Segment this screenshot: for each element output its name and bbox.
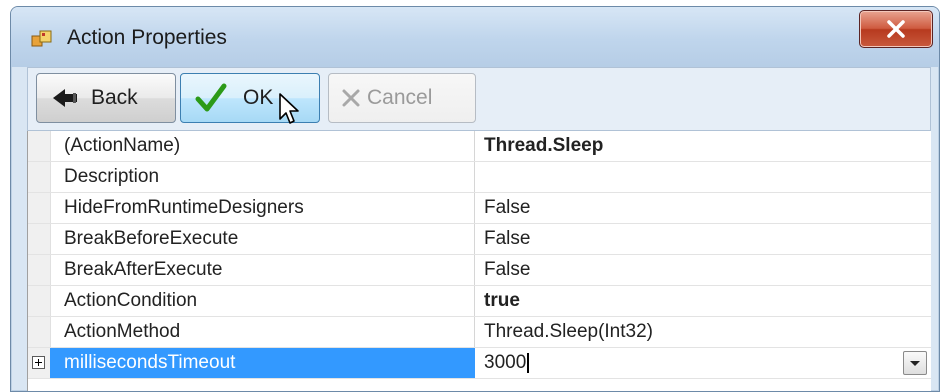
close-button[interactable] (859, 10, 933, 48)
property-grid: (ActionName) Thread.Sleep Description Hi… (27, 131, 931, 391)
back-arrow-icon (53, 89, 77, 107)
expand-plus-icon[interactable] (32, 356, 45, 369)
property-row[interactable]: ActionCondition true (28, 286, 931, 317)
property-value[interactable] (476, 162, 931, 192)
app-icon (31, 30, 52, 47)
dropdown-arrow-button[interactable] (903, 351, 927, 375)
window-title: Action Properties (67, 26, 227, 49)
title-bar[interactable]: Action Properties (11, 7, 939, 67)
property-row[interactable]: BreakAfterExecute False (28, 255, 931, 286)
property-name: ActionMethod (50, 317, 475, 347)
property-value[interactable]: False (476, 193, 931, 223)
property-name: millisecondsTimeout (50, 348, 475, 378)
cancel-button-label: Cancel (367, 86, 433, 109)
back-button-label: Back (91, 86, 138, 109)
property-value[interactable]: true (476, 286, 931, 316)
property-value[interactable]: False (476, 224, 931, 254)
property-name: (ActionName) (50, 131, 475, 161)
property-value-text[interactable]: 3000 (484, 352, 526, 373)
property-value-editor[interactable]: 3000 (476, 348, 931, 378)
property-row-selected[interactable]: millisecondsTimeout 3000 (28, 348, 931, 379)
action-properties-dialog: Action Properties Back OK Cancel (Action… (10, 6, 940, 392)
close-icon (887, 20, 905, 38)
toolbar: Back OK Cancel (27, 67, 931, 131)
mouse-pointer-icon (279, 93, 299, 124)
property-value[interactable]: Thread.Sleep (476, 131, 931, 161)
property-value[interactable]: Thread.Sleep(Int32) (476, 317, 931, 347)
text-caret (527, 352, 530, 373)
property-row[interactable]: (ActionName) Thread.Sleep (28, 131, 931, 162)
cancel-button[interactable]: Cancel (328, 73, 476, 123)
property-name: Description (50, 162, 475, 192)
ok-button-label: OK (243, 86, 274, 109)
property-name: ActionCondition (50, 286, 475, 316)
property-name: BreakBeforeExecute (50, 224, 475, 254)
property-row[interactable]: ActionMethod Thread.Sleep(Int32) (28, 317, 931, 348)
checkmark-icon (195, 83, 227, 112)
back-button[interactable]: Back (36, 73, 176, 123)
property-name: HideFromRuntimeDesigners (50, 193, 475, 223)
cancel-x-icon (342, 89, 360, 107)
property-row[interactable]: HideFromRuntimeDesigners False (28, 193, 931, 224)
property-name: BreakAfterExecute (50, 255, 475, 285)
property-row[interactable]: BreakBeforeExecute False (28, 224, 931, 255)
property-value[interactable]: False (476, 255, 931, 285)
property-row[interactable]: Description (28, 162, 931, 193)
